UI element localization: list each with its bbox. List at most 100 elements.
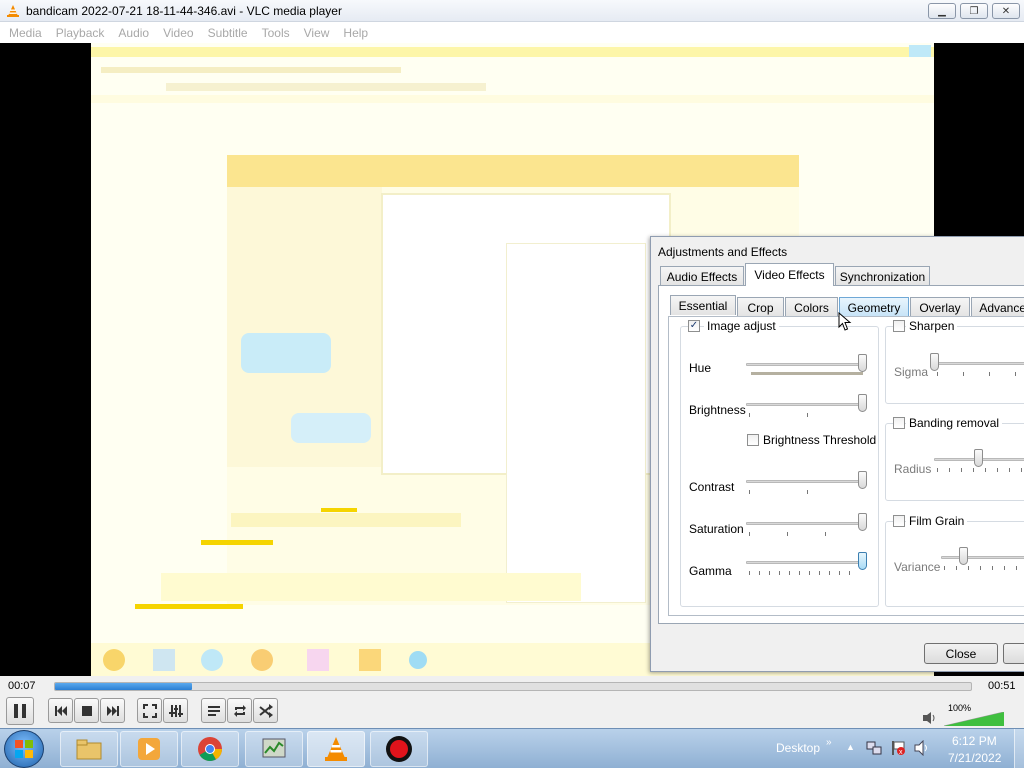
previous-button[interactable] — [48, 698, 73, 723]
contrast-slider-thumb[interactable] — [858, 471, 867, 489]
gamma-slider-track — [746, 561, 864, 564]
restore-icon: ❐ — [969, 5, 979, 17]
taskbar-explorer[interactable] — [60, 731, 118, 767]
brightness-ticks — [749, 413, 859, 417]
vlc-cone-icon — [7, 4, 19, 17]
media-player-icon — [138, 738, 160, 760]
restore-button[interactable]: ❐ — [960, 3, 988, 19]
taskbar-chrome[interactable] — [181, 731, 239, 767]
chrome-icon — [198, 737, 222, 762]
saturation-ticks — [749, 532, 859, 536]
brightness-label: Brightness — [689, 403, 746, 417]
taskbar-vlc[interactable] — [307, 731, 365, 767]
gamma-label: Gamma — [689, 564, 732, 578]
previous-icon — [54, 705, 67, 716]
next-icon — [106, 705, 119, 716]
film-grain-checkbox[interactable] — [893, 515, 905, 527]
desktop-toolbar-label[interactable]: Desktop — [776, 741, 820, 755]
seek-bar-fill — [55, 683, 193, 690]
saturation-slider-thumb[interactable] — [858, 513, 867, 531]
volume-slider[interactable] — [944, 712, 1004, 726]
variance-slider-thumb[interactable] — [959, 547, 968, 565]
record-icon — [386, 736, 412, 762]
subtab-crop[interactable]: Crop — [737, 297, 784, 317]
volume-tray-icon[interactable] — [914, 740, 930, 756]
radius-label: Radius — [894, 462, 932, 476]
sharpen-label: Sharpen — [906, 319, 958, 333]
radius-slider-thumb[interactable] — [974, 449, 983, 467]
shuffle-button[interactable] — [253, 698, 278, 723]
show-hidden-icons-icon[interactable]: ▲ — [846, 742, 855, 752]
menu-view[interactable]: View — [297, 26, 337, 40]
hue-gradient-bar — [751, 372, 863, 375]
stop-icon — [81, 705, 92, 716]
tab-video-effects[interactable]: Video Effects — [745, 263, 834, 286]
saturation-label: Saturation — [689, 522, 744, 536]
speaker-icon[interactable] — [922, 711, 938, 725]
seek-bar[interactable] — [54, 682, 972, 691]
stop-button[interactable] — [74, 698, 99, 723]
clock-date[interactable]: 7/21/2022 — [948, 751, 1001, 765]
taskbar: Desktop » ▲ x 6:12 PM 7/21/2022 — [0, 728, 1024, 768]
taskbar-bandicam[interactable] — [370, 731, 428, 767]
menu-tools[interactable]: Tools — [255, 26, 297, 40]
menu-bar: Media Playback Audio Video Subtitle Tool… — [0, 22, 1024, 43]
secondary-dialog-button[interactable] — [1003, 643, 1024, 664]
task-manager-icon — [262, 738, 286, 758]
brightness-threshold-checkbox[interactable] — [747, 434, 759, 446]
minimize-button[interactable]: ▁ — [928, 3, 956, 19]
next-button[interactable] — [100, 698, 125, 723]
sigma-label: Sigma — [894, 365, 929, 379]
loop-button[interactable] — [227, 698, 252, 723]
variance-slider-track — [941, 556, 1024, 559]
menu-help[interactable]: Help — [336, 26, 375, 40]
subtab-colors[interactable]: Colors — [785, 297, 838, 317]
image-adjust-checkbox[interactable]: ✓ — [688, 320, 700, 332]
banding-removal-checkbox[interactable] — [893, 417, 905, 429]
fullscreen-button[interactable] — [137, 698, 162, 723]
banding-removal-label: Banding removal — [906, 416, 1003, 430]
vlc-screen: bandicam 2022-07-21 18-11-44-346.avi - V… — [0, 0, 1024, 768]
action-center-icon[interactable]: x — [890, 740, 906, 756]
tab-synchronization[interactable]: Synchronization — [835, 266, 930, 286]
time-total: 00:51 — [988, 680, 1016, 692]
menu-subtitle[interactable]: Subtitle — [201, 26, 255, 40]
player-controls: 00:07 00:51 100% — [0, 676, 1024, 728]
expand-toolbar-icon[interactable]: » — [826, 737, 832, 748]
subtab-essential[interactable]: Essential — [670, 295, 736, 315]
close-dialog-button[interactable]: Close — [924, 643, 998, 664]
subtab-overlay[interactable]: Overlay — [910, 297, 970, 317]
film-grain-label: Film Grain — [906, 514, 968, 528]
close-window-button[interactable]: ✕ — [992, 3, 1020, 19]
hue-slider-thumb[interactable] — [858, 354, 867, 372]
subtab-advanced[interactable]: Advanced — [971, 297, 1024, 317]
menu-playback[interactable]: Playback — [49, 26, 112, 40]
clock-time[interactable]: 6:12 PM — [952, 734, 997, 748]
start-button[interactable] — [4, 730, 44, 768]
title-bar: bandicam 2022-07-21 18-11-44-346.avi - V… — [0, 0, 1024, 22]
taskbar-task-manager[interactable] — [245, 731, 303, 767]
minimize-icon: ▁ — [938, 5, 946, 17]
adjustments-dialog: Adjustments and Effects Audio Effects Vi… — [650, 236, 1024, 672]
brightness-slider-thumb[interactable] — [858, 394, 867, 412]
sigma-ticks — [937, 372, 1024, 376]
sigma-slider-thumb[interactable] — [930, 353, 939, 371]
extended-settings-button[interactable] — [163, 698, 188, 723]
tab-audio-effects[interactable]: Audio Effects — [660, 266, 744, 286]
playlist-button[interactable] — [201, 698, 226, 723]
menu-audio[interactable]: Audio — [111, 26, 156, 40]
image-adjust-label: Image adjust — [704, 319, 779, 333]
contrast-slider-track — [746, 480, 864, 483]
taskbar-media-player[interactable] — [120, 731, 178, 767]
fullscreen-icon — [142, 703, 157, 718]
menu-video[interactable]: Video — [156, 26, 200, 40]
svg-text:x: x — [899, 749, 903, 756]
gamma-slider-thumb[interactable] — [858, 552, 867, 570]
network-icon[interactable] — [866, 740, 882, 756]
menu-media[interactable]: Media — [2, 26, 49, 40]
contrast-label: Contrast — [689, 480, 735, 494]
show-desktop-button[interactable] — [1014, 729, 1024, 768]
pause-button[interactable] — [6, 697, 34, 725]
variance-label: Variance — [894, 560, 941, 574]
sharpen-checkbox[interactable] — [893, 320, 905, 332]
